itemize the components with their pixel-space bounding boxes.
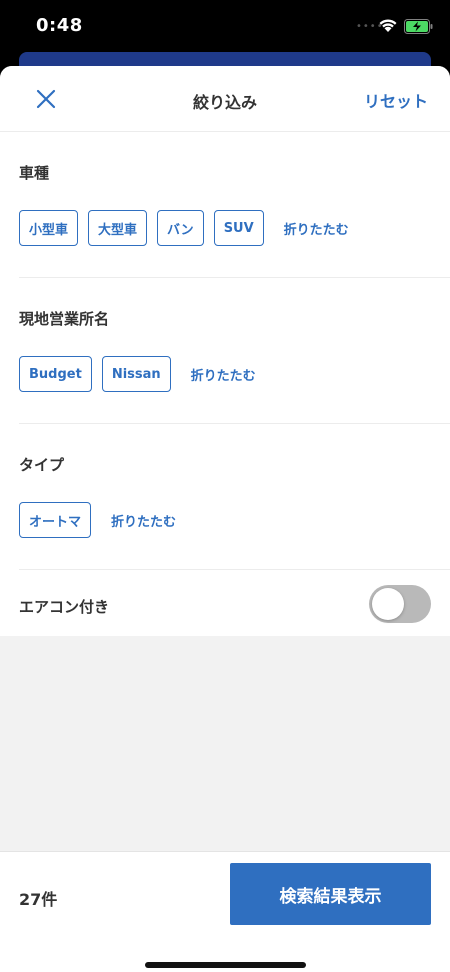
chip-row-vehicle-type: 小型車 大型車 バン SUV 折りたたむ [19,210,349,246]
chip-suv[interactable]: SUV [213,210,264,246]
divider [19,569,450,570]
divider [19,423,450,424]
chip-row-type: オートマ 折りたたむ [19,502,176,538]
wifi-icon [379,19,397,32]
chip-row-office: Budget Nissan 折りたたむ [19,356,256,392]
chip-compact-car[interactable]: 小型車 [19,210,79,246]
home-indicator [145,962,306,968]
status-bar: 0:48 •••• [0,0,450,54]
chip-large-car[interactable]: 大型車 [88,210,148,246]
section-title-type: タイプ [19,456,65,474]
divider [19,277,450,278]
result-count: 27件 [19,890,58,909]
section-title-vehicle-type: 車種 [19,164,50,182]
show-results-button[interactable]: 検索結果表示 [230,863,431,925]
collapse-link-type[interactable]: 折りたたむ [111,511,176,530]
reset-button[interactable]: リセット [364,88,428,112]
sheet-header: 絞り込み リセット [0,66,450,132]
section-title-office: 現地営業所名 [19,310,110,328]
aircon-toggle[interactable] [369,585,431,623]
section-title-aircon: エアコン付き [19,598,110,616]
filter-sheet: 絞り込み リセット 車種 小型車 大型車 バン SUV 折りたたむ 現地営業所名… [0,66,450,972]
collapse-link-office[interactable]: 折りたたむ [191,365,256,384]
battery-charging-icon [404,19,433,34]
chip-nissan[interactable]: Nissan [101,356,171,392]
chip-van[interactable]: バン [157,210,204,246]
filter-content: 絞り込み リセット 車種 小型車 大型車 バン SUV 折りたたむ 現地営業所名… [0,66,450,636]
bottom-bar: 27件 検索結果表示 [0,851,450,972]
collapse-link-vehicle-type[interactable]: 折りたたむ [284,219,349,238]
status-time: 0:48 [36,15,83,36]
toggle-knob [372,588,404,620]
chip-automatic[interactable]: オートマ [19,502,92,538]
chip-budget[interactable]: Budget [19,356,92,392]
